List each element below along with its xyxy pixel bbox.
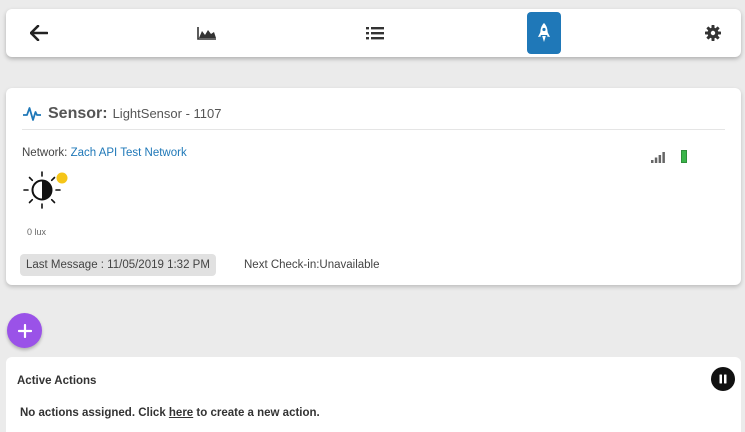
sensor-reading: 0 lux bbox=[27, 227, 47, 237]
light-sensor-icon[interactable] bbox=[22, 170, 70, 214]
signal-strength-icon bbox=[651, 152, 665, 163]
create-action-link[interactable]: here bbox=[169, 407, 193, 419]
plus-icon bbox=[17, 323, 32, 338]
rocket-icon bbox=[538, 23, 550, 42]
gear-icon bbox=[705, 25, 721, 41]
last-message-badge: Last Message : 11/05/2019 1:32 PM bbox=[20, 254, 216, 276]
settings-button[interactable] bbox=[693, 13, 733, 53]
pulse-icon bbox=[23, 106, 41, 121]
sensor-card-header: Sensor: LightSensor - 1107 bbox=[22, 102, 725, 130]
back-button[interactable] bbox=[19, 13, 59, 53]
add-action-button[interactable] bbox=[7, 313, 42, 348]
rocket-button[interactable] bbox=[527, 12, 561, 54]
top-toolbar bbox=[6, 9, 741, 57]
chart-button[interactable] bbox=[187, 13, 227, 53]
no-actions-message: No actions assigned. Click here to creat… bbox=[20, 407, 320, 419]
battery-icon bbox=[681, 150, 687, 163]
sensor-label: Sensor: bbox=[48, 104, 108, 122]
actions-title: Active Actions bbox=[17, 375, 97, 387]
sensor-card: Sensor: LightSensor - 1107 Network: Zach… bbox=[6, 88, 741, 285]
network-link[interactable]: Zach API Test Network bbox=[71, 147, 187, 159]
list-button[interactable] bbox=[355, 13, 395, 53]
network-row: Network: Zach API Test Network bbox=[22, 147, 187, 159]
pause-icon bbox=[719, 374, 727, 384]
no-actions-prefix: No actions assigned. Click bbox=[20, 407, 169, 419]
sensor-name: LightSensor - 1107 bbox=[112, 106, 222, 121]
chart-icon bbox=[197, 27, 216, 40]
status-dot bbox=[56, 172, 68, 184]
back-arrow-icon bbox=[30, 25, 48, 41]
list-icon bbox=[366, 27, 384, 40]
network-label: Network: bbox=[22, 147, 68, 159]
next-checkin-text: Next Check-in:Unavailable bbox=[244, 259, 380, 271]
no-actions-suffix: to create a new action. bbox=[193, 407, 320, 419]
pause-button[interactable] bbox=[711, 367, 735, 391]
active-actions-card: Active Actions No actions assigned. Clic… bbox=[6, 357, 741, 432]
